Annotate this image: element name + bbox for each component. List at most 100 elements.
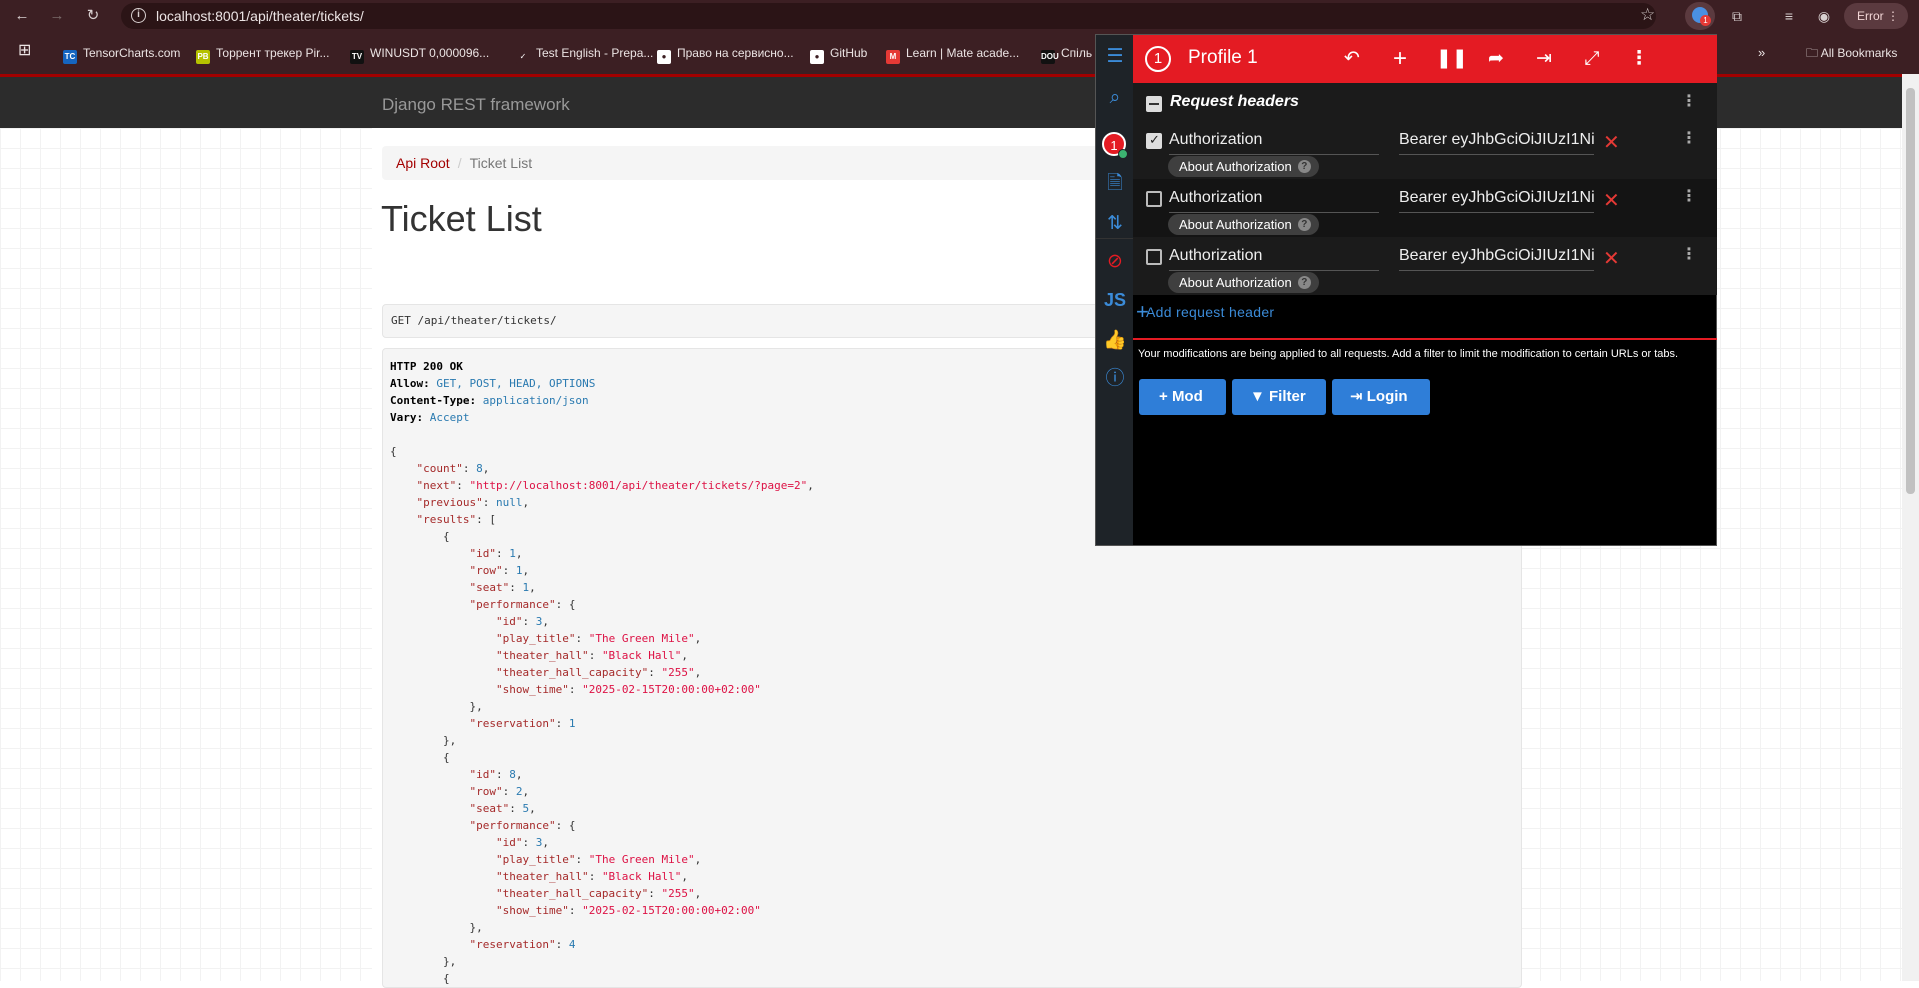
breadcrumb-current: Ticket List [469,155,533,171]
divider [1133,338,1717,340]
bookmark-item[interactable]: PB Торрент трекер Pir... [196,44,330,64]
breadcrumb-separator: / [457,155,462,171]
header-row: Authorization Bearer eyJhbGciOiJIUzI1NiIs… [1133,237,1717,295]
delete-icon[interactable]: ✕ [1603,246,1620,271]
about-header-chip[interactable]: About Authorization? [1168,272,1319,293]
breadcrumb-api-root[interactable]: Api Root [396,155,450,171]
sort-icon[interactable]: ⇅ [1103,212,1127,236]
select-all-checkbox[interactable] [1146,96,1162,112]
section-title: Request headers [1170,93,1299,110]
row-menu-icon[interactable]: ⋮ [1681,245,1697,265]
modheader-sidebar: ☰ ⌕ 1 🗎 ⇅ ⊘ JS 👍 ⓘ [1096,35,1133,545]
help-icon: ? [1297,218,1311,231]
extension-badge: 1 [1700,15,1711,26]
login-button[interactable]: ⇥ Login [1332,379,1430,415]
request-headers-section: Request headers ⋮ [1133,83,1717,121]
profile-number-icon[interactable]: 1 [1145,46,1171,72]
site-info-icon[interactable]: i [131,8,146,23]
modheader-panel: ☰ ⌕ 1 🗎 ⇅ ⊘ JS 👍 ⓘ 1 Profile 1 ↶ + ❚❚ ➦ … [1095,34,1717,546]
bookmark-label: TensorCharts.com [83,46,181,60]
section-menu-icon[interactable]: ⋮ [1681,92,1697,112]
menu-icon[interactable]: ☰ [1103,45,1127,69]
hidden-eye-icon[interactable]: ⊘ [1103,250,1127,274]
scrollbar-thumb[interactable] [1906,88,1915,494]
search-icon[interactable]: ⌕ [1103,86,1127,110]
modification-notice: Your modifications are being applied to … [1138,348,1679,360]
undo-icon[interactable]: ↶ [1340,47,1364,71]
header-name-input[interactable]: Authorization [1169,131,1379,155]
bookmark-label: WINUSDT 0,000096... [370,46,490,60]
more-options-icon[interactable]: ⋮ [1627,47,1651,71]
reload-icon[interactable]: ↻ [83,6,103,26]
bookmark-favicon-icon: ✓ [516,50,530,64]
about-header-chip[interactable]: About Authorization? [1168,156,1319,177]
header-enabled-checkbox[interactable] [1146,249,1162,265]
filter-icon: ▼ [1250,388,1270,405]
help-icon[interactable]: ⓘ [1103,367,1127,391]
delete-icon[interactable]: ✕ [1603,130,1620,155]
all-bookmarks-folder[interactable]: 🗀 All Bookmarks [1806,44,1897,62]
bookmark-label: Test English - Prepa... [536,46,654,60]
active-status-icon [1118,149,1128,159]
filter-button[interactable]: ▼ Filter [1232,379,1326,415]
bookmark-label: Спіль [1061,46,1093,60]
more-bookmarks-icon[interactable]: » [1758,44,1765,62]
page-title: Ticket List [381,198,542,239]
reading-list-icon[interactable]: ≡ [1777,4,1801,28]
help-icon: ? [1297,276,1311,289]
folder-icon: 🗀 [1806,46,1821,60]
drf-brand[interactable]: Django REST framework [382,95,570,115]
mod-button[interactable]: + Mod [1139,379,1226,415]
bookmark-favicon-icon: M [886,50,900,64]
add-request-header-button[interactable]: Add request header [1146,304,1274,320]
js-icon[interactable]: JS [1103,288,1127,312]
bookmark-favicon-icon: TV [350,50,364,64]
fullscreen-icon[interactable]: ⤢ [1580,47,1604,71]
url-text[interactable]: localhost:8001/api/theater/tickets/ [156,8,364,24]
bookmark-favicon-icon: ● [657,50,671,64]
header-value-input[interactable]: Bearer eyJhbGciOiJIUzI1NiIsInR5 [1399,247,1594,271]
thumbs-up-icon[interactable]: 👍 [1103,329,1127,353]
bookmark-item[interactable]: ✓ Test English - Prepa... [516,44,654,64]
help-icon: ? [1297,160,1311,173]
modheader-header: 1 Profile 1 ↶ + ❚❚ ➦ ⇥ ⤢ ⋮ [1133,35,1717,83]
row-menu-icon[interactable]: ⋮ [1681,187,1697,207]
bookmark-item[interactable]: TC TensorCharts.com [63,44,181,64]
header-value-input[interactable]: Bearer eyJhbGciOiJIUzI1NiIsInR5 [1399,131,1594,155]
pause-icon[interactable]: ❚❚ [1436,47,1468,71]
header-enabled-checkbox[interactable] [1146,132,1162,149]
header-name-input[interactable]: Authorization [1169,247,1379,271]
bookmark-item[interactable]: TV WINUSDT 0,000096... [350,44,490,64]
bookmark-item[interactable]: DOU Спіль [1041,44,1093,64]
header-name-input[interactable]: Authorization [1169,189,1379,213]
bookmark-item[interactable]: ● Право на сервисно... [657,44,794,64]
bookmark-favicon-icon: ● [810,50,824,64]
bookmark-item[interactable]: M Learn | Mate acade... [886,44,1019,64]
forward-icon[interactable]: → [47,6,67,26]
header-enabled-checkbox[interactable] [1146,191,1162,207]
profile-error-button[interactable]: Error ⋮ [1844,3,1908,29]
bookmark-favicon-icon: PB [196,50,210,64]
add-profile-icon[interactable]: 🗎 [1103,172,1127,196]
bookmark-item[interactable]: ● GitHub [810,44,868,64]
bookmark-star-icon[interactable]: ☆ [1640,5,1655,25]
profile-avatar-icon[interactable]: ◉ [1812,4,1836,28]
header-value-input[interactable]: Bearer eyJhbGciOiJIUzI1NiIsInR5 [1399,189,1594,213]
extensions-puzzle-icon[interactable]: ⧉ [1725,4,1749,28]
back-icon[interactable]: ← [12,6,32,26]
import-icon[interactable]: ⇥ [1532,47,1556,71]
delete-icon[interactable]: ✕ [1603,188,1620,213]
profile-title[interactable]: Profile 1 [1188,47,1258,69]
apps-grid-icon[interactable]: ⊞ [18,42,31,60]
header-row: Authorization Bearer eyJhbGciOiJIUzI1NiIs… [1133,179,1717,237]
browser-toolbar: ← → ↻ i localhost:8001/api/theater/ticke… [0,0,1919,32]
about-header-chip[interactable]: About Authorization? [1168,214,1319,235]
bookmark-favicon-icon: TC [63,50,77,64]
add-icon[interactable]: + [1388,47,1412,71]
share-icon[interactable]: ➦ [1484,47,1508,71]
bookmark-label: Торрент трекер Pir... [216,46,330,60]
bookmark-label: GitHub [830,46,868,60]
plus-icon: + [1159,388,1172,405]
row-menu-icon[interactable]: ⋮ [1681,129,1697,149]
login-icon: ⇥ [1350,388,1367,405]
